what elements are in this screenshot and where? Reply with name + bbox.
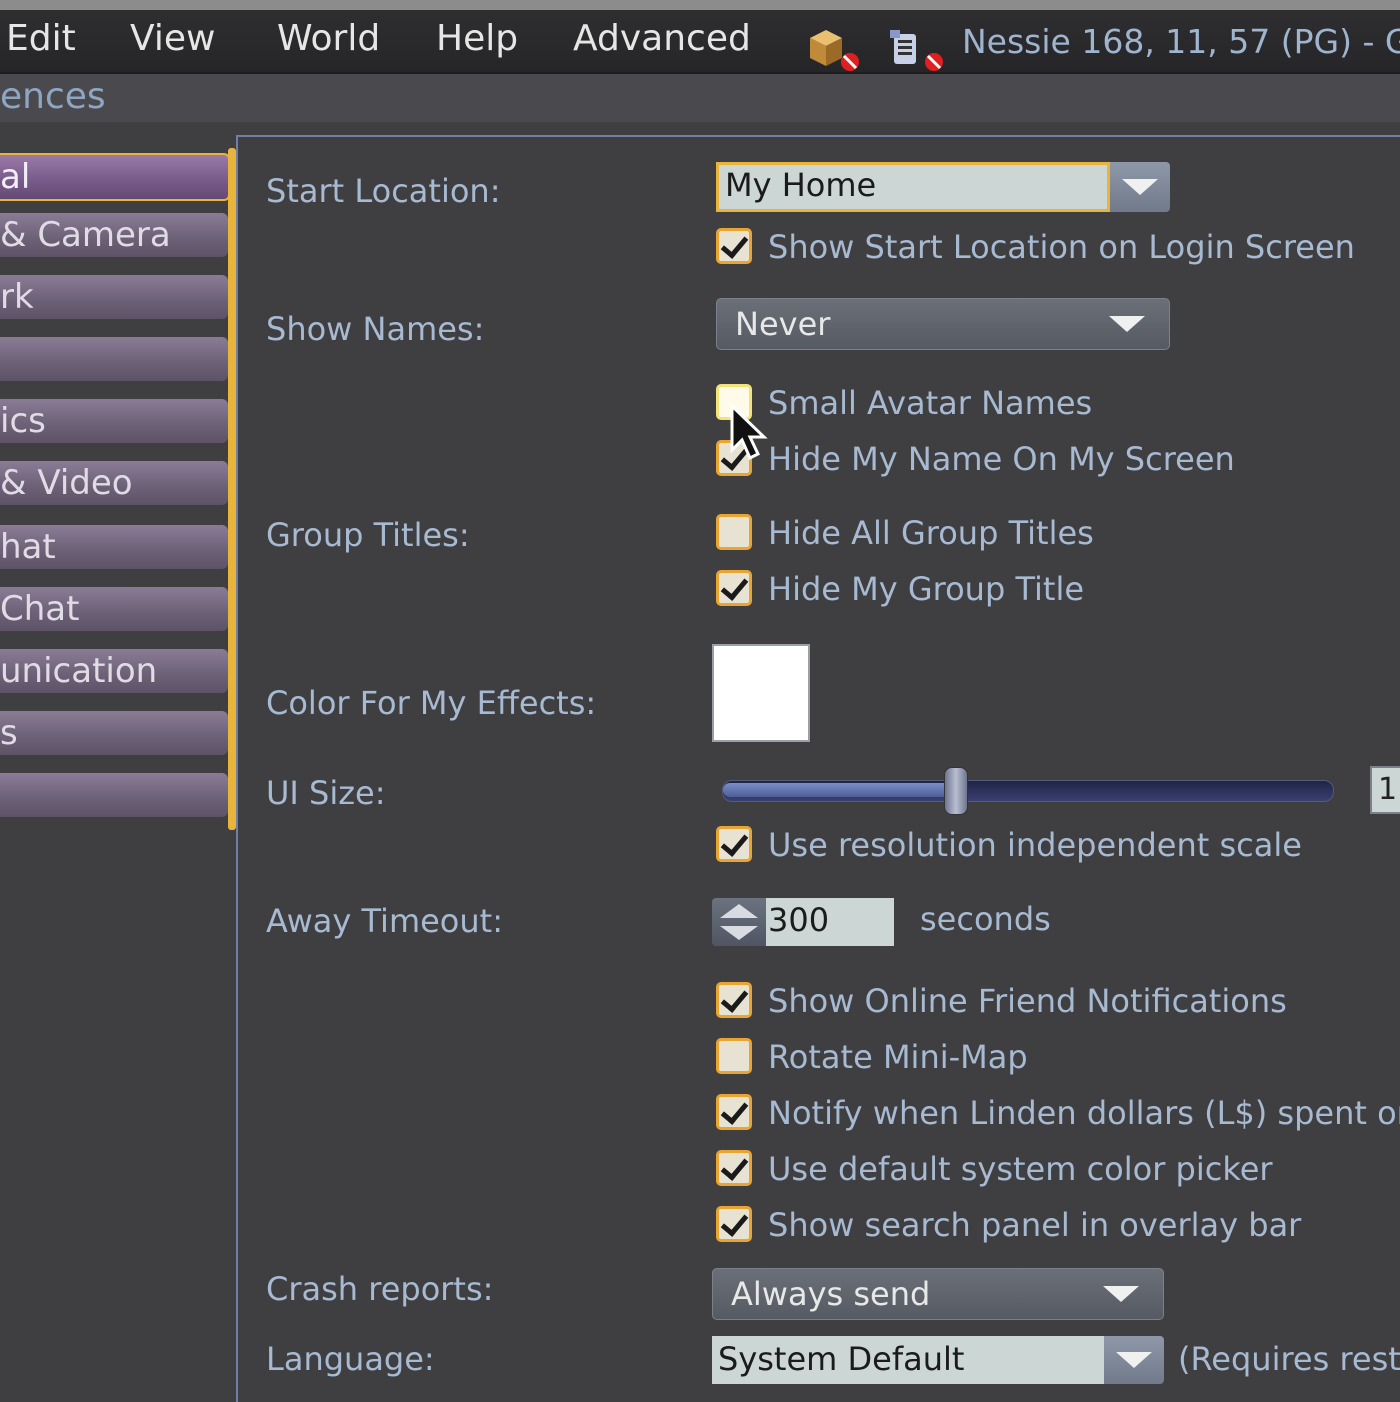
- effects-color-label: Color For My Effects:: [266, 684, 597, 722]
- tab-label: Chat: [0, 589, 80, 629]
- show-start-location-label: Show Start Location on Login Screen: [768, 228, 1355, 266]
- no-build-icon[interactable]: [810, 30, 859, 71]
- ui-size-slider-fill: [723, 783, 955, 797]
- tab-communication[interactable]: unication: [0, 649, 228, 693]
- ui-size-label: UI Size:: [266, 774, 386, 812]
- menu-help[interactable]: Help: [436, 18, 518, 59]
- online-friend-notifications-label: Show Online Friend Notifications: [768, 982, 1287, 1020]
- show-names-value: Never: [735, 305, 831, 343]
- hide-my-name-label: Hide My Name On My Screen: [768, 440, 1235, 478]
- effects-color-swatch[interactable]: [712, 644, 810, 742]
- menu-view[interactable]: View: [130, 18, 215, 59]
- menu-world[interactable]: World: [277, 18, 380, 59]
- away-timeout-unit: seconds: [920, 900, 1051, 938]
- show-start-location-checkbox[interactable]: [716, 228, 752, 264]
- rotate-minimap-label: Rotate Mini-Map: [768, 1038, 1028, 1076]
- menu-advanced[interactable]: Advanced: [573, 18, 751, 59]
- resolution-independent-label: Use resolution independent scale: [768, 826, 1302, 864]
- no-scripts-icon[interactable]: [890, 30, 943, 71]
- tab-label: s: [0, 713, 18, 753]
- status-icons: [810, 30, 943, 71]
- default-color-picker-checkbox[interactable]: [716, 1150, 752, 1186]
- preferences-sidebar: al & Camera rk ics & Video hat Chat unic…: [0, 135, 238, 1400]
- tab-label: hat: [0, 527, 56, 567]
- start-location-dropdown-button[interactable]: [1110, 162, 1170, 212]
- spin-up-icon[interactable]: [720, 904, 758, 918]
- hide-all-group-titles-checkbox[interactable]: [716, 514, 752, 550]
- show-names-label: Show Names:: [266, 310, 485, 348]
- mouse-pointer-icon: [730, 404, 768, 461]
- ui-size-value[interactable]: 1: [1370, 766, 1400, 814]
- group-titles-label: Group Titles:: [266, 516, 470, 554]
- window-titlebar[interactable]: ences: [0, 74, 1400, 122]
- tab-text-chat[interactable]: hat: [0, 525, 228, 569]
- tab-label: unication: [0, 651, 158, 691]
- spin-down-icon[interactable]: [720, 926, 758, 940]
- tab-label: & Camera: [0, 215, 171, 255]
- tab-graphics[interactable]: ics: [0, 399, 228, 443]
- small-avatar-names-label: Small Avatar Names: [768, 384, 1093, 422]
- tab-label: rk: [0, 277, 34, 317]
- tab-label: & Video: [0, 463, 133, 503]
- notify-linden-dollars-label: Notify when Linden dollars (L$) spent or: [768, 1094, 1400, 1132]
- start-location-input[interactable]: My Home: [716, 162, 1110, 212]
- top-strip: [0, 0, 1400, 10]
- crash-reports-value: Always send: [731, 1275, 931, 1313]
- crash-reports-label: Crash reports:: [266, 1270, 494, 1308]
- away-timeout-spinner[interactable]: [712, 898, 766, 946]
- tab-input-camera[interactable]: & Camera: [0, 213, 228, 257]
- notify-linden-dollars-checkbox[interactable]: [716, 1094, 752, 1130]
- tab-unlabeled-2[interactable]: [0, 773, 228, 817]
- tab-label: al: [0, 157, 31, 197]
- active-tab-accent: [228, 148, 236, 830]
- tab-audio-video[interactable]: & Video: [0, 461, 228, 505]
- start-location-label: Start Location:: [266, 172, 501, 210]
- away-timeout-input[interactable]: 300: [766, 898, 894, 946]
- rotate-minimap-checkbox[interactable]: [716, 1038, 752, 1074]
- language-dropdown-button[interactable]: [1104, 1336, 1164, 1384]
- default-color-picker-label: Use default system color picker: [768, 1150, 1273, 1188]
- window-title: ences: [0, 76, 106, 117]
- tab-popups[interactable]: s: [0, 711, 228, 755]
- tab-general[interactable]: al: [0, 153, 230, 201]
- show-names-dropdown[interactable]: Never: [716, 298, 1170, 350]
- search-panel-overlay-checkbox[interactable]: [716, 1206, 752, 1242]
- language-label: Language:: [266, 1340, 435, 1378]
- away-timeout-label: Away Timeout:: [266, 902, 503, 940]
- chevron-down-icon: [1103, 1286, 1139, 1302]
- search-panel-overlay-label: Show search panel in overlay bar: [768, 1206, 1302, 1244]
- online-friend-notifications-checkbox[interactable]: [716, 982, 752, 1018]
- menu-edit[interactable]: Edit: [6, 18, 76, 59]
- language-restart-note: (Requires rest: [1178, 1340, 1400, 1378]
- hide-my-group-title-label: Hide My Group Title: [768, 570, 1085, 608]
- tab-label: ics: [0, 401, 46, 441]
- location-readout[interactable]: Nessie 168, 11, 57 (PG) - G: [962, 22, 1400, 61]
- hide-all-group-titles-label: Hide All Group Titles: [768, 514, 1094, 552]
- resolution-independent-checkbox[interactable]: [716, 826, 752, 862]
- tab-network[interactable]: rk: [0, 275, 228, 319]
- ui-size-slider-thumb[interactable]: [944, 767, 968, 815]
- menu-bar: Edit View World Help Advanced Nessie 168…: [0, 10, 1400, 74]
- hide-my-group-title-checkbox[interactable]: [716, 570, 752, 606]
- ui-size-slider[interactable]: [722, 767, 1334, 815]
- chevron-down-icon: [1109, 316, 1145, 332]
- crash-reports-dropdown[interactable]: Always send: [712, 1268, 1164, 1320]
- chevron-down-icon: [1122, 179, 1158, 195]
- tab-unlabeled-1[interactable]: [0, 337, 228, 381]
- language-input[interactable]: System Default: [712, 1336, 1104, 1384]
- tab-voice-chat[interactable]: Chat: [0, 587, 228, 631]
- chevron-down-icon: [1116, 1352, 1152, 1368]
